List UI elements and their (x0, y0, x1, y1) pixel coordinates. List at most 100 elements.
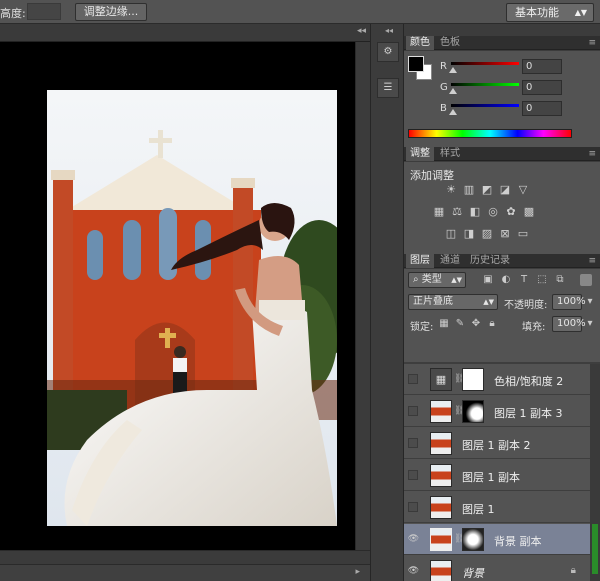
levels-icon[interactable]: ▥ (462, 184, 476, 196)
hue-saturation-icon[interactable]: ▦ (432, 206, 446, 218)
opacity-label: 不透明度: (504, 300, 548, 311)
visibility-toggle[interactable] (408, 374, 418, 384)
layer-name: 色相/饱和度 2 (494, 375, 564, 388)
lock-transparent-icon[interactable]: ▦ (438, 318, 450, 330)
color-spectrum-bar[interactable] (408, 129, 572, 138)
channel-r-label: R (440, 61, 447, 72)
options-bar: 高度: 调整边缘... 基本功能 ▲▼ (0, 0, 600, 24)
filter-adjustment-icon[interactable]: ◐ (500, 274, 512, 286)
foreground-color-swatch[interactable] (408, 56, 424, 72)
layer-filter-kind[interactable]: ⌕ 类型 ▲▼ (408, 272, 466, 288)
document-tab-strip[interactable]: ◂◂ (0, 24, 370, 42)
layer-thumb (430, 464, 452, 487)
blue-slider-thumb[interactable] (449, 109, 457, 115)
vibrance-icon[interactable]: ▽ (516, 184, 530, 196)
canvas-image[interactable] (47, 90, 337, 526)
fill-dropdown-icon[interactable]: ▾ (584, 318, 596, 330)
tab-channels[interactable]: 通道 (436, 254, 464, 268)
refine-edge-button[interactable]: 调整边缘... (75, 3, 147, 21)
layer-mask-thumb[interactable] (462, 528, 484, 551)
color-balance-icon[interactable]: ⚖ (450, 206, 464, 218)
panel-menu-icon[interactable]: ≡ (588, 147, 596, 161)
channel-mixer-icon[interactable]: ✿ (504, 206, 518, 218)
visibility-toggle[interactable] (408, 502, 418, 512)
tab-swatches[interactable]: 色板 (436, 36, 464, 50)
horizontal-scrollbar[interactable] (0, 550, 370, 564)
brightness-icon[interactable]: ☀ (444, 184, 458, 196)
green-slider[interactable] (451, 83, 519, 86)
layer-mask-thumb[interactable] (462, 368, 484, 391)
gradient-map-icon[interactable]: ▭ (516, 228, 530, 240)
green-slider-thumb[interactable] (449, 88, 457, 94)
adjustments-panel: 添加调整 ☀ ▥ ◩ ◪ ▽ ▦ ⚖ ◧ ◎ ✿ ▩ ◫ ◨ ▨ ⊠ ▭ (404, 162, 600, 254)
paragraph-panel-icon[interactable]: ☰ (377, 78, 399, 98)
layer-row[interactable]: ⛓ 图层 1 副本 3 (404, 396, 600, 427)
red-value-input[interactable]: 0 (522, 59, 562, 74)
tab-history[interactable]: 历史记录 (466, 254, 514, 268)
filter-pixel-icon[interactable]: ▣ (482, 274, 494, 286)
green-value-input[interactable]: 0 (522, 80, 562, 95)
black-white-icon[interactable]: ◧ (468, 206, 482, 218)
layer-name: 图层 1 (462, 503, 495, 516)
collapse-arrows-icon[interactable]: ◂◂ (357, 26, 366, 36)
layer-row[interactable]: 👁︎ 背景 🔒︎ (404, 556, 600, 581)
posterize-icon[interactable]: ◨ (462, 228, 476, 240)
invert-icon[interactable]: ◫ (444, 228, 458, 240)
eye-icon[interactable]: 👁︎ (407, 565, 420, 578)
blue-slider[interactable] (451, 104, 519, 107)
opacity-input[interactable]: 100% (552, 294, 586, 310)
threshold-icon[interactable]: ▨ (480, 228, 494, 240)
lock-image-icon[interactable]: ✎ (454, 318, 466, 330)
tab-color[interactable]: 颜色 (406, 36, 434, 50)
panel-menu-icon[interactable]: ≡ (588, 254, 596, 268)
properties-panel-icon[interactable]: ⚙ (377, 42, 399, 62)
color-lookup-icon[interactable]: ▩ (522, 206, 536, 218)
lock-position-icon[interactable]: ✥ (470, 318, 482, 330)
curves-icon[interactable]: ◩ (480, 184, 494, 196)
color-panel-tabs: 颜色 色板 ≡ (404, 36, 600, 50)
filter-toggle-icon[interactable] (580, 274, 592, 286)
layer-row[interactable]: 图层 1 (404, 492, 600, 523)
layers-scrollbar[interactable] (590, 364, 600, 581)
channel-g-label: G (440, 82, 448, 93)
exposure-icon[interactable]: ◪ (498, 184, 512, 196)
panel-menu-icon[interactable]: ≡ (588, 36, 596, 50)
scroll-thumb[interactable] (592, 524, 598, 574)
opacity-dropdown-icon[interactable]: ▾ (584, 296, 596, 308)
blue-value-input[interactable]: 0 (522, 101, 562, 116)
status-arrow-icon[interactable]: ▸ (355, 567, 360, 577)
search-icon: ⌕ (413, 274, 422, 285)
filter-smart-object-icon[interactable]: ⧉ (554, 274, 566, 286)
visibility-toggle[interactable] (408, 406, 418, 416)
workspace-selector[interactable]: 基本功能 ▲▼ (506, 3, 594, 22)
red-slider-thumb[interactable] (449, 67, 457, 73)
layers-panel: ⌕ 类型 ▲▼ ▣ ◐ T ⬚ ⧉ 正片叠底 ▲▼ 不透明度: 100% ▾ 锁… (404, 269, 600, 581)
filter-shape-icon[interactable]: ⬚ (536, 274, 548, 286)
chevron-updown-icon: ▲▼ (574, 8, 587, 17)
lock-all-icon[interactable]: 🔒︎ (486, 318, 498, 330)
tab-adjustments[interactable]: 调整 (406, 147, 434, 161)
blend-mode-select[interactable]: 正片叠底 ▲▼ (408, 294, 498, 310)
tab-styles[interactable]: 样式 (436, 147, 464, 161)
layer-name: 背景 副本 (494, 535, 542, 548)
visibility-toggle[interactable] (408, 470, 418, 480)
layer-thumb (430, 528, 452, 551)
eye-icon[interactable]: 👁︎ (407, 533, 420, 546)
red-slider[interactable] (451, 62, 519, 65)
vertical-scrollbar[interactable] (355, 42, 370, 550)
filter-type-icon[interactable]: T (518, 274, 530, 286)
layer-row[interactable]: 图层 1 副本 (404, 460, 600, 491)
photo-filter-icon[interactable]: ◎ (486, 206, 500, 218)
selective-color-icon[interactable]: ⊠ (498, 228, 512, 240)
collapse-dock-icon[interactable]: ◂◂ (385, 26, 393, 35)
layer-name: 背景 (462, 567, 484, 580)
layer-mask-thumb[interactable] (462, 400, 484, 423)
visibility-toggle[interactable] (408, 438, 418, 448)
tab-layers[interactable]: 图层 (406, 254, 434, 268)
layer-row[interactable]: 图层 1 副本 2 (404, 428, 600, 459)
color-panel: R 0 G 0 B 0 (404, 51, 600, 147)
fill-input[interactable]: 100% (552, 316, 586, 332)
layer-row[interactable]: ▦ ⛓ 色相/饱和度 2 (404, 364, 600, 395)
layer-row-selected[interactable]: 👁︎ ⛓ 背景 副本 (404, 524, 600, 555)
height-field[interactable] (27, 3, 61, 20)
